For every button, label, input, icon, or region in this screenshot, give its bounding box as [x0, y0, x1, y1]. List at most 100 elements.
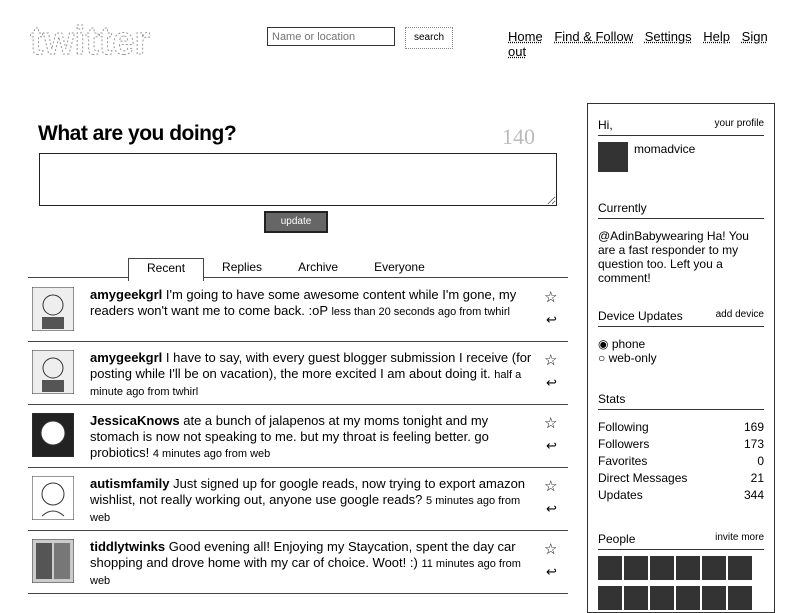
- stat-label: Followers: [598, 437, 650, 451]
- avatar[interactable]: [31, 286, 75, 332]
- tab-replies[interactable]: Replies: [204, 258, 280, 278]
- tab-everyone[interactable]: Everyone: [356, 258, 443, 278]
- greeting-label: Hi,: [598, 118, 613, 132]
- favorite-star-icon[interactable]: ☆: [544, 414, 557, 432]
- reply-icon[interactable]: ↩: [546, 312, 557, 328]
- currently-header: Currently: [598, 201, 764, 219]
- radio-web-only[interactable]: ○: [598, 351, 605, 365]
- avatar[interactable]: [31, 475, 75, 521]
- reply-icon[interactable]: ↩: [546, 501, 557, 517]
- sidebar: Hi, your profile momadvice Currently @Ad…: [587, 103, 775, 613]
- tweet-user[interactable]: amygeekgrl: [90, 350, 162, 365]
- tab-archive[interactable]: Archive: [280, 258, 356, 278]
- person-avatar[interactable]: [702, 586, 726, 610]
- stat-label: Favorites: [598, 454, 648, 468]
- stat-updates[interactable]: Updates 344: [598, 488, 764, 505]
- username-label[interactable]: momadvice: [634, 142, 695, 156]
- stat-value: 173: [743, 437, 764, 451]
- people-header: People invite more: [598, 532, 764, 550]
- person-avatar[interactable]: [676, 586, 700, 610]
- favorite-star-icon[interactable]: ☆: [544, 540, 557, 558]
- greeting-header: Hi, your profile: [598, 118, 764, 136]
- stat-favorites[interactable]: Favorites 0: [598, 454, 764, 471]
- stat-followers[interactable]: Followers 173: [598, 437, 764, 454]
- stat-value: 21: [750, 471, 764, 485]
- device-updates-label: Device Updates: [598, 309, 683, 323]
- main-content: What are you doing? 140 update Recent Re…: [28, 100, 568, 611]
- nav-find-follow[interactable]: Find & Follow: [554, 29, 633, 44]
- person-avatar[interactable]: [728, 586, 752, 610]
- web-only-option-label: web-only: [608, 351, 657, 365]
- person-avatar[interactable]: [624, 586, 648, 610]
- radio-phone[interactable]: ◉: [598, 337, 608, 351]
- tweet-user[interactable]: autismfamily: [90, 476, 169, 491]
- favorite-star-icon[interactable]: ☆: [544, 288, 557, 306]
- nav-help[interactable]: Help: [703, 29, 730, 44]
- person-avatar[interactable]: [728, 556, 752, 580]
- tab-recent[interactable]: Recent: [128, 258, 205, 281]
- tweet-text: JessicaKnows ate a bunch of jalapenos at…: [90, 413, 540, 462]
- tweet-meta: less than 20 seconds ago from twhirl: [331, 306, 510, 318]
- person-avatar[interactable]: [598, 586, 622, 610]
- reply-icon[interactable]: ↩: [546, 375, 557, 391]
- tweet-text: amygeekgrl I'm going to have some awesom…: [90, 287, 540, 320]
- top-nav: Home Find & Follow Settings Help Sign ou…: [508, 29, 793, 59]
- add-device-link[interactable]: add device: [716, 309, 764, 323]
- currently-label: Currently: [598, 201, 647, 215]
- stat-value: 169: [743, 420, 764, 434]
- stats-header: Stats: [598, 392, 764, 410]
- search-input[interactable]: [267, 27, 395, 46]
- tweet-row: autismfamily Just signed up for google r…: [28, 471, 568, 531]
- avatar[interactable]: [31, 349, 75, 395]
- stat-label: Updates: [598, 488, 643, 502]
- invite-more-link[interactable]: invite more: [715, 532, 764, 546]
- person-avatar[interactable]: [702, 556, 726, 580]
- tweet-meta: 4 minutes ago from web: [152, 448, 271, 460]
- tweet-text: amygeekgrl I have to say, with every gue…: [90, 350, 540, 400]
- person-avatar[interactable]: [598, 556, 622, 580]
- char-counter: 140: [502, 124, 535, 149]
- people-label: People: [598, 532, 636, 546]
- reply-icon[interactable]: ↩: [546, 438, 557, 454]
- favorite-star-icon[interactable]: ☆: [544, 477, 557, 495]
- reply-icon[interactable]: ↩: [546, 564, 557, 580]
- person-avatar[interactable]: [650, 556, 674, 580]
- stat-value: 344: [743, 488, 764, 502]
- people-grid: [598, 586, 764, 610]
- logo[interactable]: twitter: [28, 10, 228, 70]
- status-input[interactable]: [39, 153, 557, 206]
- tweet-row: JessicaKnows ate a bunch of jalapenos at…: [28, 408, 568, 468]
- user-avatar[interactable]: [598, 142, 628, 172]
- tweet-user[interactable]: JessicaKnows: [90, 413, 180, 428]
- tweet-row: tiddlytwinks Good evening all! Enjoying …: [28, 534, 568, 594]
- phone-option-label: phone: [611, 337, 646, 351]
- stat-label: Direct Messages: [598, 471, 688, 485]
- device-updates-header: Device Updates add device: [598, 309, 764, 327]
- stat-direct-messages[interactable]: Direct Messages 21: [598, 471, 764, 488]
- stats-label: Stats: [598, 392, 626, 406]
- stat-value: 0: [757, 454, 764, 468]
- avatar[interactable]: [31, 538, 75, 584]
- tweet-user[interactable]: tiddlytwinks: [90, 539, 165, 554]
- tweet-user[interactable]: amygeekgrl: [90, 287, 162, 302]
- nav-settings[interactable]: Settings: [645, 29, 692, 44]
- search-button[interactable]: search: [405, 27, 453, 49]
- status-heading: What are you doing?: [38, 122, 237, 145]
- tweet-list: amygeekgrl I'm going to have some awesom…: [28, 282, 568, 597]
- stat-following[interactable]: Following 169: [598, 420, 764, 437]
- favorite-star-icon[interactable]: ☆: [544, 351, 557, 369]
- person-avatar[interactable]: [624, 556, 648, 580]
- your-profile-link[interactable]: your profile: [715, 118, 764, 132]
- currently-text: @AdinBabywearing Ha! You are a fast resp…: [598, 229, 749, 285]
- svg-text:twitter: twitter: [30, 19, 150, 63]
- nav-home[interactable]: Home: [508, 29, 543, 44]
- timeline-tabs: Recent Replies Archive Everyone: [128, 258, 443, 281]
- tweet-row: amygeekgrl I'm going to have some awesom…: [28, 282, 568, 342]
- tweet-text: tiddlytwinks Good evening all! Enjoying …: [90, 539, 540, 589]
- avatar[interactable]: [31, 412, 75, 458]
- update-button[interactable]: update: [264, 211, 328, 233]
- tweet-text: autismfamily Just signed up for google r…: [90, 476, 540, 526]
- person-avatar[interactable]: [650, 586, 674, 610]
- tweet-row: amygeekgrl I have to say, with every gue…: [28, 345, 568, 405]
- person-avatar[interactable]: [676, 556, 700, 580]
